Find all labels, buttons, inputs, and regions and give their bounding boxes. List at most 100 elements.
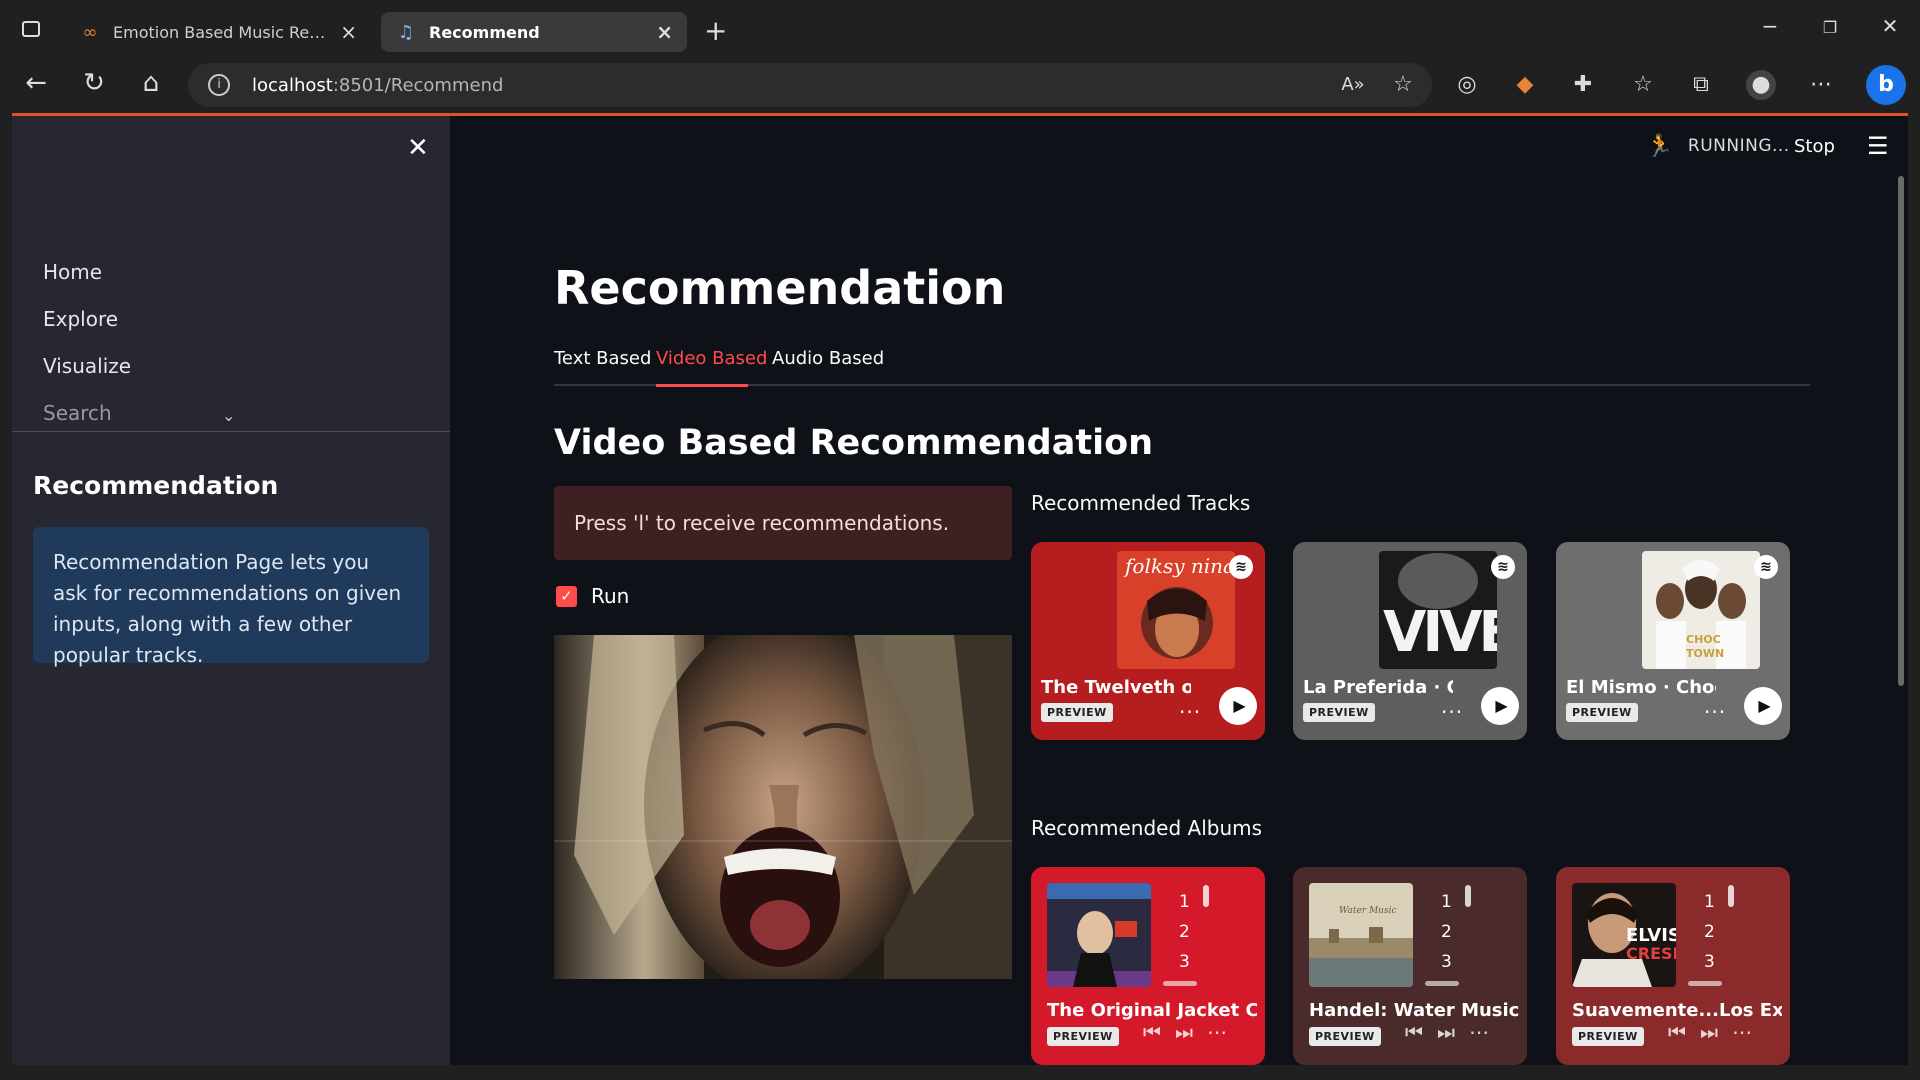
sidebar-title: Recommendation bbox=[33, 471, 279, 500]
track-title: La Preferida · Carl bbox=[1303, 677, 1453, 698]
play-icon[interactable]: ▶ bbox=[1219, 687, 1257, 725]
track-numbers: 123 bbox=[1179, 892, 1190, 972]
tab-title: Emotion Based Music Recommer bbox=[113, 22, 332, 42]
url-host: localhost bbox=[252, 74, 333, 96]
sidebar-info-box: Recommendation Page lets you ask for rec… bbox=[33, 527, 429, 667]
sidebar-item-home[interactable]: Home bbox=[43, 249, 131, 296]
track-title: El Mismo · ChocQ bbox=[1566, 677, 1716, 698]
active-tab-indicator bbox=[656, 384, 748, 387]
album-title: Handel: Water Music · G bbox=[1309, 1000, 1519, 1021]
window-close-icon[interactable]: ✕ bbox=[1870, 14, 1910, 38]
add-favorite-icon[interactable]: ☆ bbox=[1388, 70, 1418, 100]
track-card[interactable]: folksy nina ≋ The Twelveth of N PREVIEW … bbox=[1031, 542, 1265, 740]
track-numbers: 123 bbox=[1441, 892, 1452, 972]
profile-avatar[interactable]: ● bbox=[1746, 70, 1776, 100]
more-options-icon[interactable]: ··· bbox=[1441, 700, 1463, 724]
album-art bbox=[1047, 883, 1151, 987]
tab-audio-based[interactable]: Audio Based bbox=[772, 348, 884, 369]
warning-box: Press 'l' to receive recommendations. bbox=[554, 486, 1012, 560]
home-icon[interactable]: ⌂ bbox=[131, 68, 171, 98]
tab-title: Recommend bbox=[429, 22, 540, 42]
album-card[interactable]: 123 The Original Jacket Colle PREVIEW ⏮⏭… bbox=[1031, 867, 1265, 1065]
svg-text:ELVIS: ELVIS bbox=[1626, 925, 1676, 946]
tab-actions-icon[interactable] bbox=[22, 21, 40, 37]
extensions-icon[interactable]: ✚ bbox=[1568, 70, 1598, 100]
preview-badge: PREVIEW bbox=[1041, 703, 1113, 722]
tab-video-based[interactable]: Video Based bbox=[656, 348, 767, 369]
back-icon[interactable]: ← bbox=[16, 68, 56, 98]
stop-button[interactable]: Stop bbox=[1794, 126, 1835, 166]
album-art: CHOC TOWN bbox=[1642, 551, 1760, 669]
play-icon[interactable]: ▶ bbox=[1744, 687, 1782, 725]
progress-indicator bbox=[1425, 981, 1459, 986]
sidebar: ✕ Home Explore Visualize Search ⌄ Recomm… bbox=[12, 116, 450, 1065]
sidebar-item-search[interactable]: Search bbox=[43, 390, 131, 437]
site-info-icon[interactable]: i bbox=[208, 74, 230, 96]
extension-fox-icon[interactable]: ◆ bbox=[1510, 70, 1540, 100]
preview-badge: PREVIEW bbox=[1047, 1027, 1119, 1046]
page-scrollbar[interactable] bbox=[1898, 176, 1904, 686]
preview-badge: PREVIEW bbox=[1566, 703, 1638, 722]
player-controls[interactable]: ⏮⏭⋯ bbox=[1405, 1020, 1503, 1044]
close-tab-icon[interactable]: × bbox=[656, 20, 673, 44]
progress-indicator bbox=[1688, 981, 1722, 986]
more-options-icon[interactable]: ··· bbox=[1704, 700, 1726, 724]
album-art: ELVIS CRESPO bbox=[1572, 883, 1676, 987]
tab-text-based[interactable]: Text Based bbox=[554, 348, 651, 369]
scroll-indicator bbox=[1465, 885, 1471, 907]
album-title: Suavemente...Los Exitos bbox=[1572, 1000, 1782, 1021]
album-art: Water Music bbox=[1309, 883, 1413, 987]
streamlit-app: ✕ Home Explore Visualize Search ⌄ Recomm… bbox=[12, 113, 1908, 1065]
run-checkbox[interactable]: ✓ bbox=[556, 585, 577, 607]
main-menu-icon[interactable]: ☰ bbox=[1867, 126, 1889, 166]
svg-text:folksy nina: folksy nina bbox=[1123, 554, 1235, 578]
svg-text:VIVES: VIVES bbox=[1383, 600, 1497, 665]
track-card[interactable]: VIVES ≋ La Preferida · Carl PREVIEW ··· … bbox=[1293, 542, 1527, 740]
streamlit-icon: ∞ bbox=[82, 21, 98, 43]
minimize-icon[interactable]: − bbox=[1750, 14, 1790, 38]
sidebar-nav: Home Explore Visualize Search bbox=[43, 249, 131, 437]
player-controls[interactable]: ⏮⏭⋯ bbox=[1143, 1020, 1241, 1044]
scroll-indicator bbox=[1728, 885, 1734, 907]
album-card[interactable]: ELVIS CRESPO 123 Suavemente...Los Exitos… bbox=[1556, 867, 1790, 1065]
svg-text:Water Music: Water Music bbox=[1339, 906, 1397, 916]
more-icon[interactable]: ⋯ bbox=[1806, 70, 1836, 100]
track-title: The Twelveth of N bbox=[1041, 677, 1191, 698]
more-options-icon[interactable]: ··· bbox=[1179, 700, 1201, 724]
favorites-icon[interactable]: ☆ bbox=[1628, 70, 1658, 100]
play-icon[interactable]: ▶ bbox=[1481, 687, 1519, 725]
sidebar-item-explore[interactable]: Explore bbox=[43, 296, 131, 343]
close-tab-icon[interactable]: × bbox=[340, 20, 357, 44]
close-sidebar-icon[interactable]: ✕ bbox=[407, 133, 429, 163]
url-field[interactable]: i localhost :8501/Recommend bbox=[188, 63, 1432, 107]
mode-tabs: Text Based Video Based Audio Based bbox=[554, 348, 1810, 387]
svg-text:CHOC: CHOC bbox=[1686, 633, 1721, 646]
album-card[interactable]: Water Music 123 Handel: Water Music · G … bbox=[1293, 867, 1527, 1065]
restore-icon[interactable]: ❐ bbox=[1810, 18, 1850, 37]
new-tab-icon[interactable]: + bbox=[704, 14, 727, 47]
refresh-icon[interactable]: ↻ bbox=[74, 68, 114, 98]
spotify-icon[interactable]: ≋ bbox=[1491, 555, 1515, 579]
chevron-down-icon[interactable]: ⌄ bbox=[222, 406, 235, 425]
progress-indicator bbox=[1163, 981, 1197, 986]
svg-text:TOWN: TOWN bbox=[1686, 647, 1724, 660]
browser-tab-recommend[interactable]: ♫ Recommend × bbox=[381, 12, 687, 52]
running-status: 🏃 RUNNING... bbox=[1646, 126, 1790, 166]
run-checkbox-row[interactable]: ✓ Run bbox=[556, 584, 629, 608]
running-man-icon: 🏃 bbox=[1646, 133, 1674, 159]
album-art: VIVES bbox=[1379, 551, 1497, 669]
collections-icon[interactable]: ⧉ bbox=[1686, 70, 1716, 100]
spotify-icon[interactable]: ≋ bbox=[1229, 555, 1253, 579]
read-aloud-icon[interactable]: A» bbox=[1338, 70, 1368, 100]
spotify-icon[interactable]: ≋ bbox=[1754, 555, 1778, 579]
svg-text:CRESPO: CRESPO bbox=[1626, 944, 1676, 963]
bing-icon[interactable]: b bbox=[1866, 65, 1906, 105]
extension-owl-icon[interactable]: ◎ bbox=[1452, 70, 1482, 100]
recommended-albums-label: Recommended Albums bbox=[1031, 816, 1263, 840]
sidebar-item-visualize[interactable]: Visualize bbox=[43, 343, 131, 390]
player-controls[interactable]: ⏮⏭⋯ bbox=[1668, 1020, 1766, 1044]
running-label: RUNNING... bbox=[1687, 136, 1790, 156]
track-card[interactable]: CHOC TOWN ≋ El Mismo · ChocQ PREVIEW ···… bbox=[1556, 542, 1790, 740]
album-art: folksy nina bbox=[1117, 551, 1235, 669]
browser-tab-emotion[interactable]: ∞ Emotion Based Music Recommer × bbox=[65, 12, 371, 52]
